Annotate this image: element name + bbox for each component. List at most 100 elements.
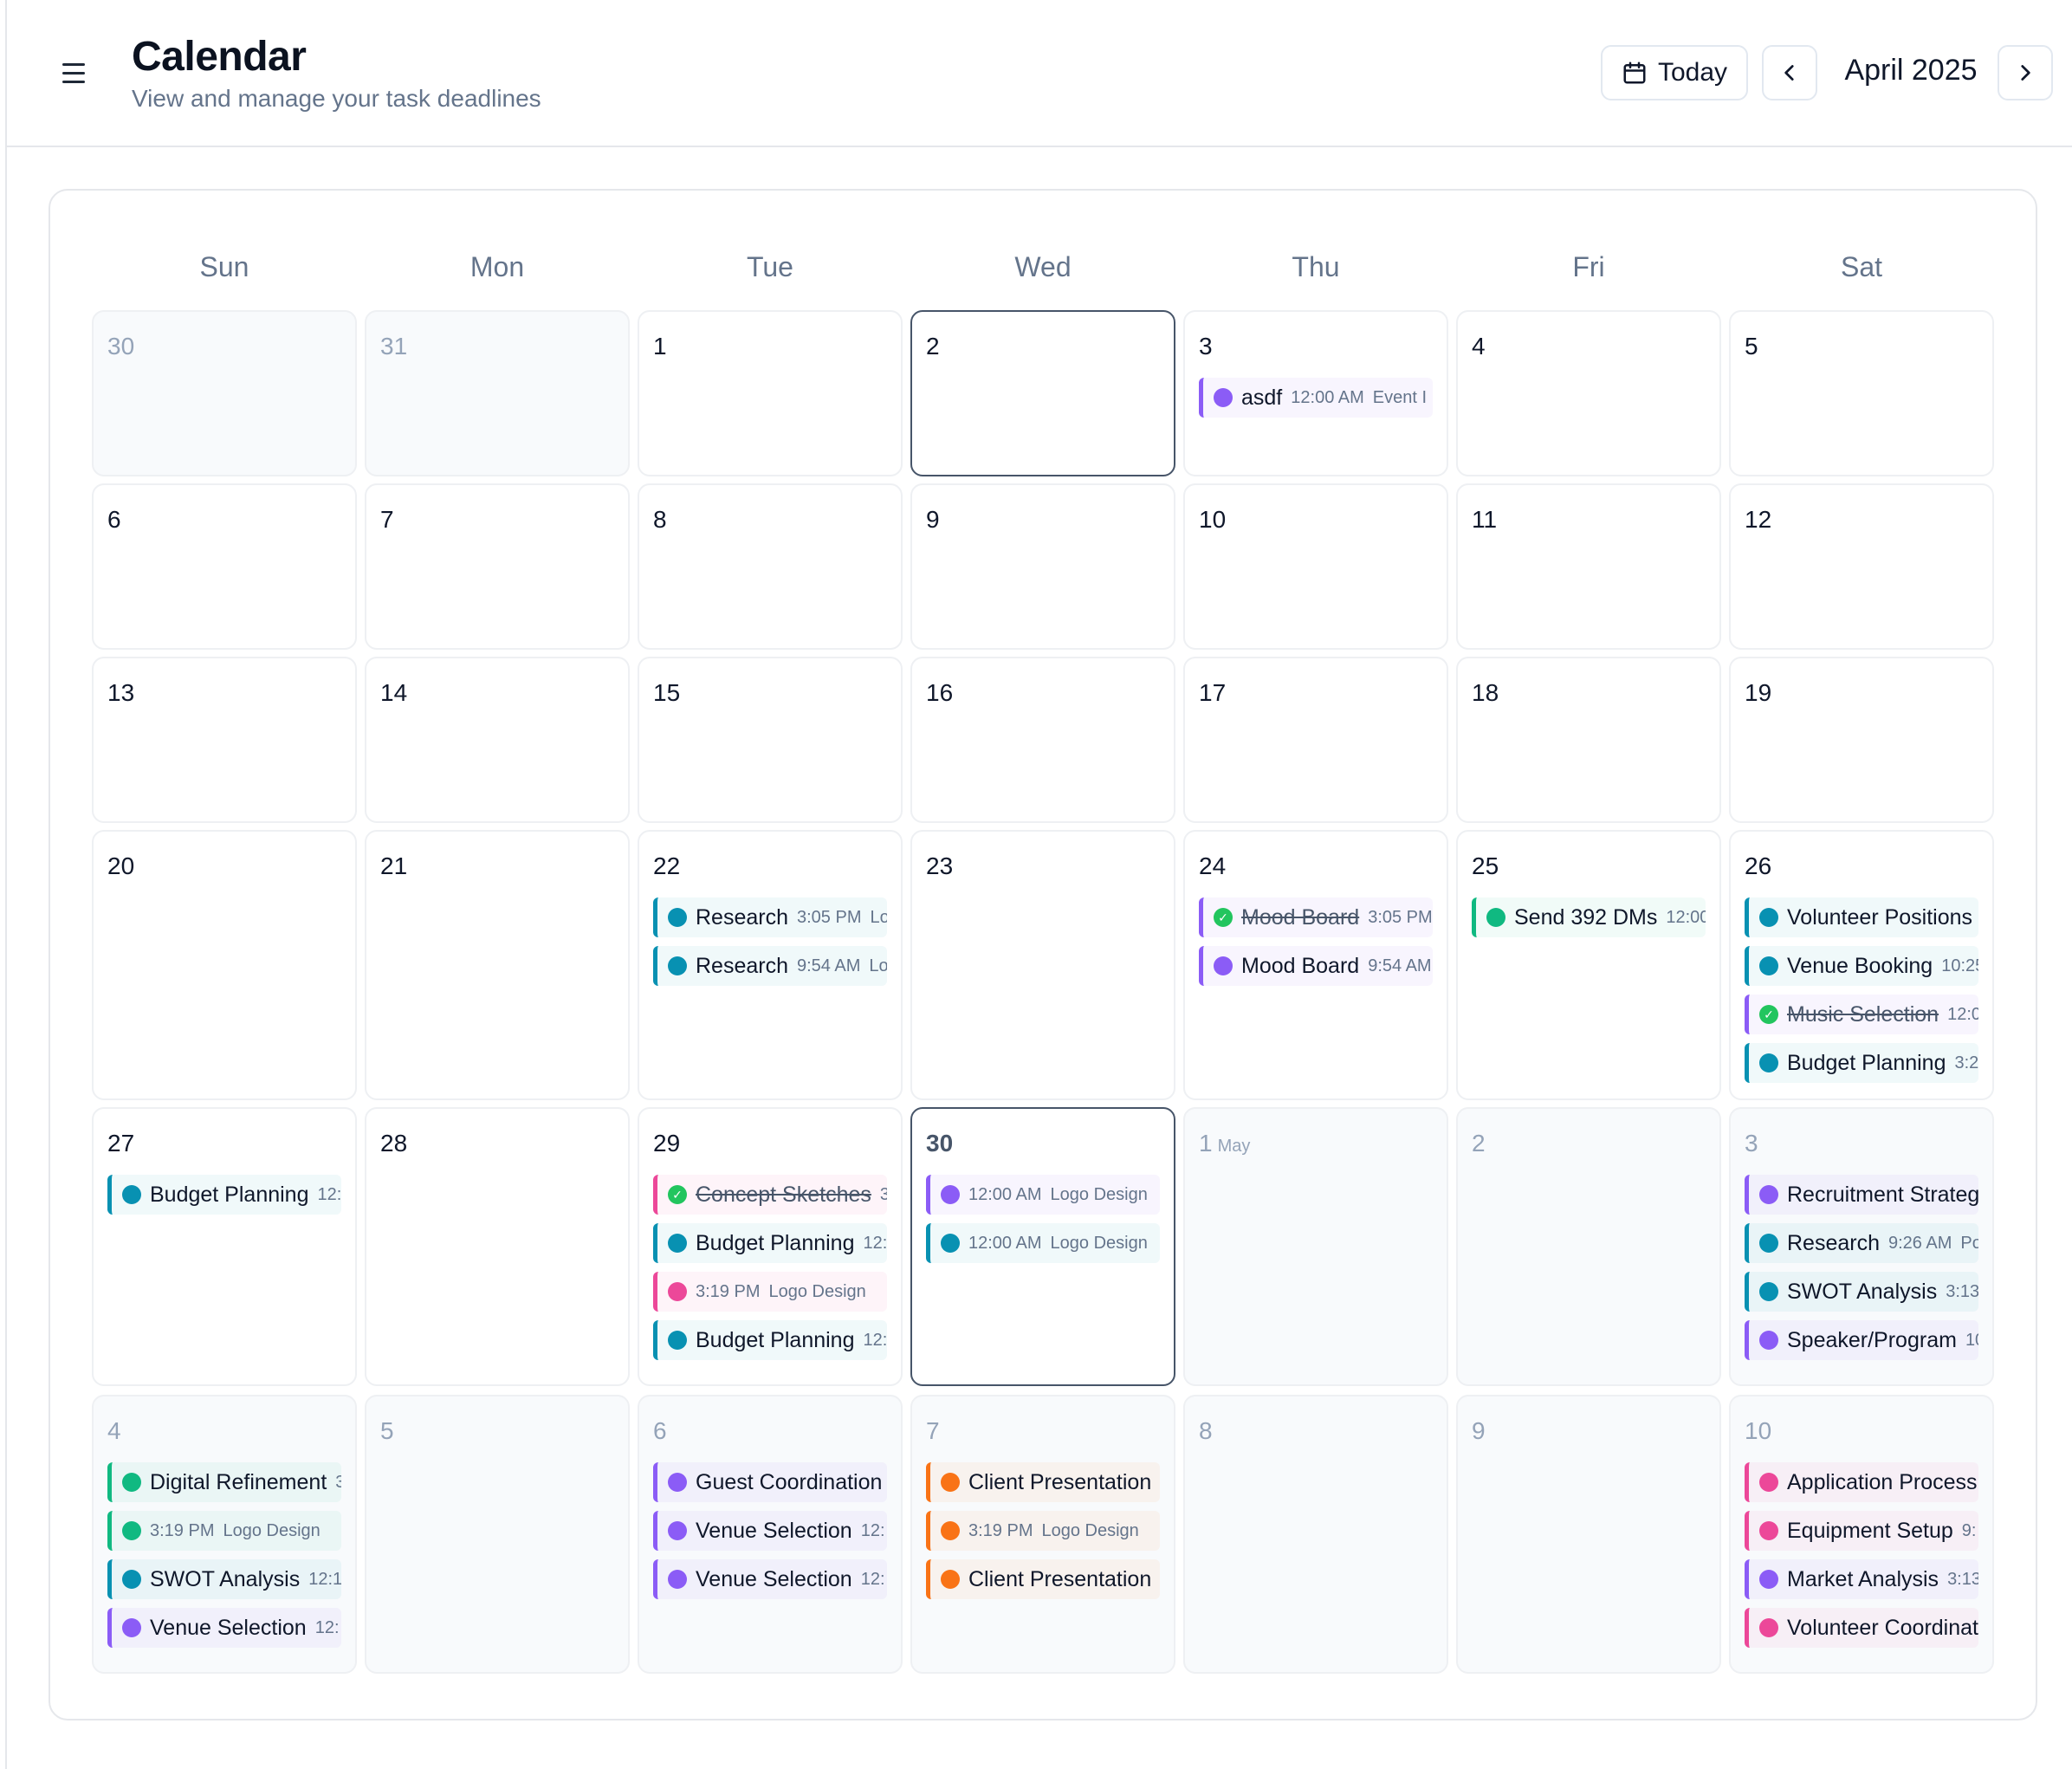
- day-cell[interactable]: 25 Send 392 DMs 12:00: [1456, 830, 1721, 1100]
- day-cell[interactable]: 20: [92, 830, 357, 1100]
- weekday-header-mon: Mon: [469, 251, 525, 282]
- day-cell[interactable]: 15: [638, 657, 903, 823]
- day-cell[interactable]: 30: [92, 310, 357, 476]
- event-item[interactable]: Client Presentation: [926, 1559, 1160, 1599]
- day-cell[interactable]: 2: [910, 310, 1175, 476]
- event-item[interactable]: 3:19 PM Logo Design: [926, 1511, 1160, 1551]
- day-cell[interactable]: 18: [1456, 657, 1721, 823]
- event-item[interactable]: Research 9:26 AM Po: [1745, 1223, 1978, 1263]
- day-cell[interactable]: 12: [1729, 483, 1994, 650]
- event-item[interactable]: ✓ Concept Sketches 3: [653, 1175, 887, 1215]
- day-cell[interactable]: 27 Budget Planning 12:: [92, 1107, 357, 1386]
- prev-month-button[interactable]: [1762, 45, 1817, 100]
- day-cell[interactable]: 26 Volunteer Positions Venue Booking 10:25 ✓…: [1729, 830, 1994, 1100]
- day-cell[interactable]: 28: [365, 1107, 630, 1386]
- event-item[interactable]: ✓ Mood Board 3:05 PM: [1199, 897, 1433, 937]
- day-number-value: 1: [653, 333, 667, 360]
- day-cell[interactable]: 10: [1183, 483, 1448, 650]
- day-cell[interactable]: 14: [365, 657, 630, 823]
- day-cell[interactable]: 4 Digital Refinement 3 3:19 PM Logo Design SW…: [92, 1395, 357, 1674]
- event-item[interactable]: Budget Planning 12:: [653, 1320, 887, 1360]
- day-cell[interactable]: 30 12:00 AM Logo Design 12:00 AM Logo Design: [910, 1107, 1175, 1386]
- event-item[interactable]: Budget Planning 12:: [653, 1223, 887, 1263]
- day-cell[interactable]: 3 asdf 12:00 AM Event I: [1183, 310, 1448, 476]
- day-cell[interactable]: 5: [1729, 310, 1994, 476]
- day-cell[interactable]: 3 Recruitment Strateg Research 9:26 AM Po SWO…: [1729, 1107, 1994, 1386]
- day-cell[interactable]: 1: [638, 310, 903, 476]
- day-cell[interactable]: 5: [365, 1395, 630, 1674]
- event-item[interactable]: Send 392 DMs 12:00: [1472, 897, 1706, 937]
- event-item[interactable]: 12:00 AM Logo Design: [926, 1175, 1160, 1215]
- event-name: Application Process: [1787, 1469, 1978, 1494]
- day-cell[interactable]: 1 May: [1183, 1107, 1448, 1386]
- event-item[interactable]: Venue Selection 12:: [653, 1511, 887, 1551]
- event-name: Budget Planning: [696, 1230, 855, 1255]
- day-number: 1: [653, 333, 667, 360]
- event-item[interactable]: Equipment Setup 9:: [1745, 1511, 1978, 1551]
- event-dot-icon: [122, 1185, 141, 1204]
- event-item[interactable]: Mood Board 9:54 AM: [1199, 946, 1433, 986]
- today-button[interactable]: Today: [1601, 45, 1748, 100]
- day-number: 2: [1472, 1130, 1486, 1157]
- event-item[interactable]: Venue Booking 10:25: [1745, 946, 1978, 986]
- weekday-header-tue: Tue: [747, 251, 793, 282]
- event-item[interactable]: Venue Selection 12:: [107, 1608, 341, 1648]
- day-cell[interactable]: 10 Application Process Equipment Setup 9: Ma…: [1729, 1395, 1994, 1674]
- next-month-button[interactable]: [1998, 45, 2053, 100]
- day-cell[interactable]: 16: [910, 657, 1175, 823]
- day-cell[interactable]: 13: [92, 657, 357, 823]
- day-cell[interactable]: 22 Research 3:05 PM Lo Research 9:54 AM Lo: [638, 830, 903, 1100]
- menu-icon[interactable]: [57, 55, 92, 90]
- event-item[interactable]: 3:19 PM Logo Design: [653, 1272, 887, 1312]
- day-cell[interactable]: 6: [92, 483, 357, 650]
- day-cell[interactable]: 7 Client Presentation 3:19 PM Logo Design Cl…: [910, 1395, 1175, 1674]
- day-cell[interactable]: 19: [1729, 657, 1994, 823]
- event-list: ✓ Concept Sketches 3 Budget Planning 12: 3:19…: [653, 1175, 887, 1369]
- day-cell[interactable]: 21: [365, 830, 630, 1100]
- day-number-value: 9: [1472, 1417, 1486, 1444]
- day-cell[interactable]: 7: [365, 483, 630, 650]
- event-item[interactable]: ✓ Music Selection 12:0: [1745, 995, 1978, 1034]
- event-item[interactable]: Recruitment Strateg: [1745, 1175, 1978, 1215]
- day-cell[interactable]: 9: [1456, 1395, 1721, 1674]
- day-number-value: 24: [1199, 852, 1227, 879]
- event-item[interactable]: Venue Selection 12:: [653, 1559, 887, 1599]
- day-cell[interactable]: 8: [1183, 1395, 1448, 1674]
- day-cell[interactable]: 9: [910, 483, 1175, 650]
- event-item[interactable]: Budget Planning 3:2: [1745, 1043, 1978, 1083]
- event-item[interactable]: Speaker/Program 10: [1745, 1320, 1978, 1360]
- page-subtitle: View and manage your task deadlines: [132, 85, 541, 112]
- event-item[interactable]: 3:19 PM Logo Design: [107, 1511, 341, 1551]
- day-cell[interactable]: 2: [1456, 1107, 1721, 1386]
- day-cell[interactable]: 11: [1456, 483, 1721, 650]
- day-number: 16: [926, 679, 953, 707]
- day-number-value: 26: [1745, 852, 1772, 879]
- event-item[interactable]: Research 9:54 AM Lo: [653, 946, 887, 986]
- event-item[interactable]: 12:00 AM Logo Design: [926, 1223, 1160, 1263]
- event-item[interactable]: Guest Coordination: [653, 1462, 887, 1502]
- day-cell[interactable]: 24 ✓ Mood Board 3:05 PM Mood Board 9:54 AM: [1183, 830, 1448, 1100]
- event-name: asdf: [1241, 385, 1283, 410]
- day-cell[interactable]: 17: [1183, 657, 1448, 823]
- current-month: April 2025: [1844, 54, 1978, 87]
- event-item[interactable]: SWOT Analysis 3:13: [1745, 1272, 1978, 1312]
- event-item[interactable]: Budget Planning 12:: [107, 1175, 341, 1215]
- day-cell[interactable]: 31: [365, 310, 630, 476]
- day-number-value: 4: [107, 1417, 121, 1444]
- day-number-value: 16: [926, 679, 954, 706]
- event-item[interactable]: Volunteer Positions: [1745, 897, 1978, 937]
- event-item[interactable]: Client Presentation: [926, 1462, 1160, 1502]
- day-cell[interactable]: 6 Guest Coordination Venue Selection 12: Ven…: [638, 1395, 903, 1674]
- day-cell[interactable]: 23: [910, 830, 1175, 1100]
- event-name: Budget Planning: [696, 1327, 855, 1352]
- event-item[interactable]: SWOT Analysis 12:16: [107, 1559, 341, 1599]
- event-item[interactable]: Volunteer Coordinat: [1745, 1608, 1978, 1648]
- day-cell[interactable]: 29 ✓ Concept Sketches 3 Budget Planning 12: 3:…: [638, 1107, 903, 1386]
- day-cell[interactable]: 8: [638, 483, 903, 650]
- event-item[interactable]: Market Analysis 3:13: [1745, 1559, 1978, 1599]
- event-item[interactable]: Application Process: [1745, 1462, 1978, 1502]
- event-item[interactable]: asdf 12:00 AM Event I: [1199, 378, 1433, 418]
- event-item[interactable]: Digital Refinement 3: [107, 1462, 341, 1502]
- day-cell[interactable]: 4: [1456, 310, 1721, 476]
- event-item[interactable]: Research 3:05 PM Lo: [653, 897, 887, 937]
